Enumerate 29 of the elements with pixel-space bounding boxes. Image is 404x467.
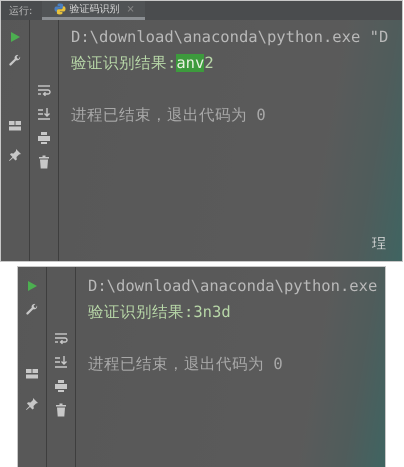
scroll-down-icon[interactable] <box>37 107 51 121</box>
pin-icon[interactable] <box>8 148 22 162</box>
result-label: 验证识别结果: <box>71 54 176 72</box>
layout-icon[interactable] <box>8 120 22 132</box>
wrap-icon[interactable] <box>37 83 51 97</box>
python-icon <box>54 3 66 15</box>
result-value: 3n3d <box>193 303 231 321</box>
trash-icon[interactable] <box>54 403 68 417</box>
run-label: 运行: <box>9 4 32 18</box>
exit-message: 进程已结束，退出代码为 0 <box>88 354 284 375</box>
trash-icon[interactable] <box>37 155 51 169</box>
print-icon[interactable] <box>37 131 51 145</box>
result-label: 验证识别结果: <box>88 303 194 321</box>
wrench-icon[interactable] <box>25 303 39 317</box>
exit-message: 进程已结束，退出代码为 0 <box>71 105 267 126</box>
wrap-icon[interactable] <box>54 331 68 345</box>
corner-text: 珵 <box>372 235 386 253</box>
command-line: D:\download\anaconda\python.exe <box>88 276 378 297</box>
run-tab[interactable]: 验证码识别 × <box>42 1 145 20</box>
command-line: D:\download\anaconda\python.exe "D <box>71 27 388 48</box>
result-value: anv <box>176 54 204 72</box>
layout-icon[interactable] <box>25 368 39 380</box>
print-icon[interactable] <box>54 379 68 393</box>
pin-icon[interactable] <box>25 397 39 411</box>
scroll-down-icon[interactable] <box>54 355 68 369</box>
run-icon[interactable] <box>26 280 38 292</box>
result-value: 2 <box>204 54 214 72</box>
wrench-icon[interactable] <box>8 54 22 68</box>
run-icon[interactable] <box>9 31 21 43</box>
